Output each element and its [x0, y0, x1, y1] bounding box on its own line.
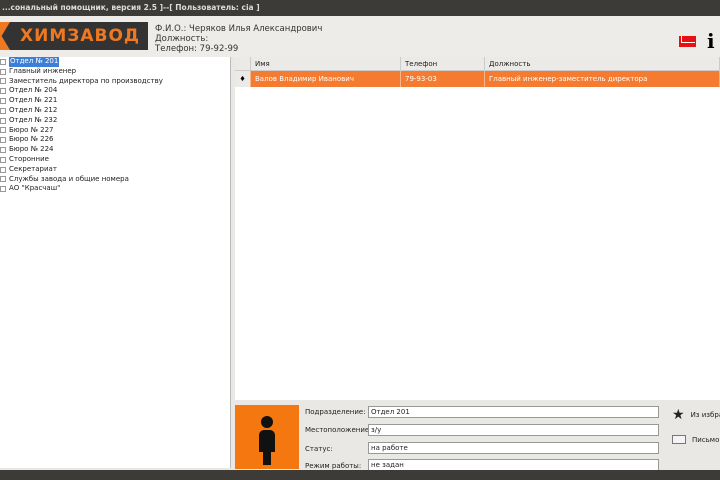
- letter-button[interactable]: Письмо: [672, 435, 719, 444]
- company-logo: ХИМЗАВОД: [0, 22, 148, 50]
- tree-item-label: Сторонние: [9, 154, 49, 163]
- label-status: Статус:: [305, 445, 333, 453]
- user-info: Ф.И.О.: Черяков Илья Александрович Должн…: [155, 24, 322, 54]
- checkbox[interactable]: [0, 176, 6, 183]
- checkbox[interactable]: [0, 156, 6, 163]
- info-icon[interactable]: i: [707, 29, 715, 53]
- cell-phone: 79-93-03: [401, 71, 485, 87]
- tree-item-label: Отдел № 204: [9, 86, 58, 95]
- status-field[interactable]: на работе: [368, 442, 659, 454]
- tree-item[interactable]: Секретариат: [0, 165, 230, 175]
- tree-item-label: АО "Красчаш": [9, 184, 61, 193]
- tree-item-label: Бюро № 227: [9, 125, 54, 134]
- label-schedule: Режим работы:: [305, 462, 362, 470]
- bottom-bar: [0, 470, 720, 480]
- tree-item[interactable]: Заместитель директора по производству: [0, 77, 230, 87]
- details-panel: Подразделение: Отдел 201 Местоположение:…: [235, 403, 720, 471]
- tree-item[interactable]: Службы завода и общие номера: [0, 175, 230, 185]
- label-department: Подразделение:: [305, 408, 366, 416]
- tree-item-label: Отдел № 221: [9, 96, 58, 105]
- letter-icon: [672, 435, 686, 444]
- tree-item[interactable]: Отдел № 201: [0, 57, 230, 67]
- tree-item[interactable]: Отдел № 221: [0, 96, 230, 106]
- location-field[interactable]: з/у: [368, 424, 659, 436]
- grid-header: Имя Телефон Должность: [235, 57, 720, 71]
- tree-item[interactable]: Бюро № 226: [0, 135, 230, 145]
- mail-icon[interactable]: [679, 36, 696, 47]
- star-icon: ★: [672, 407, 685, 423]
- checkbox[interactable]: [0, 88, 6, 95]
- tree-item-label: Бюро № 226: [9, 135, 54, 144]
- column-phone[interactable]: Телефон: [401, 57, 485, 70]
- table-row[interactable]: ♦ Валов Владимир Иванович 79-93-03 Главн…: [235, 71, 720, 87]
- column-position[interactable]: Должность: [485, 57, 720, 70]
- tree-item[interactable]: Бюро № 227: [0, 126, 230, 136]
- column-name[interactable]: Имя: [251, 57, 401, 70]
- favorite-label: Из избра: [690, 411, 720, 419]
- tree-item[interactable]: Бюро № 224: [0, 145, 230, 155]
- label-location: Местоположение:: [305, 426, 372, 434]
- tree-item-label: Заместитель директора по производству: [9, 76, 163, 85]
- tree-item[interactable]: Отдел № 204: [0, 86, 230, 96]
- employee-grid[interactable]: Имя Телефон Должность ♦ Валов Владимир И…: [235, 57, 720, 400]
- header: ХИМЗАВОД Ф.И.О.: Черяков Илья Александро…: [0, 16, 720, 57]
- row-indicator-icon: ♦: [235, 71, 251, 87]
- department-field[interactable]: Отдел 201: [368, 406, 659, 418]
- checkbox[interactable]: [0, 117, 6, 124]
- checkbox[interactable]: [0, 186, 6, 193]
- tree-item-label: Службы завода и общие номера: [9, 174, 129, 183]
- favorite-button[interactable]: ★ Из избра: [672, 407, 720, 423]
- window-title: ...сональный помощник, версия 2.5 ]--[ П…: [0, 0, 720, 16]
- tree-item[interactable]: Главный инженер: [0, 67, 230, 77]
- department-tree[interactable]: Отдел № 201 Главный инженер Заместитель ди…: [0, 57, 231, 468]
- tree-item[interactable]: Сторонние: [0, 155, 230, 165]
- tree-item-label: Секретариат: [9, 164, 57, 173]
- cell-position: Главный инженер-заместитель директора: [485, 71, 720, 87]
- checkbox[interactable]: [0, 147, 6, 154]
- checkbox[interactable]: [0, 127, 6, 134]
- tree-item-label: Главный инженер: [9, 66, 77, 75]
- user-fio: Ф.И.О.: Черяков Илья Александрович: [155, 24, 323, 34]
- checkbox[interactable]: [0, 78, 6, 85]
- user-position: Должность:: [155, 34, 209, 44]
- tree-item[interactable]: Отдел № 232: [0, 116, 230, 126]
- tree-item[interactable]: Отдел № 212: [0, 106, 230, 116]
- user-phone: Телефон: 79-92-99: [155, 44, 239, 54]
- tree-item-label: Отдел № 212: [9, 105, 58, 114]
- person-icon: [235, 405, 299, 469]
- cell-name: Валов Владимир Иванович: [251, 71, 401, 87]
- tree-item-label: Отдел № 201: [9, 57, 60, 67]
- tree-item-label: Отдел № 232: [9, 115, 58, 124]
- checkbox[interactable]: [0, 107, 6, 114]
- checkbox[interactable]: [0, 68, 6, 75]
- checkbox[interactable]: [0, 166, 6, 173]
- tree-item[interactable]: АО "Красчаш": [0, 184, 230, 194]
- tree-item-label: Бюро № 224: [9, 145, 54, 154]
- letter-label: Письмо: [692, 435, 720, 444]
- checkbox[interactable]: [0, 58, 6, 65]
- checkbox[interactable]: [0, 98, 6, 105]
- checkbox[interactable]: [0, 137, 6, 144]
